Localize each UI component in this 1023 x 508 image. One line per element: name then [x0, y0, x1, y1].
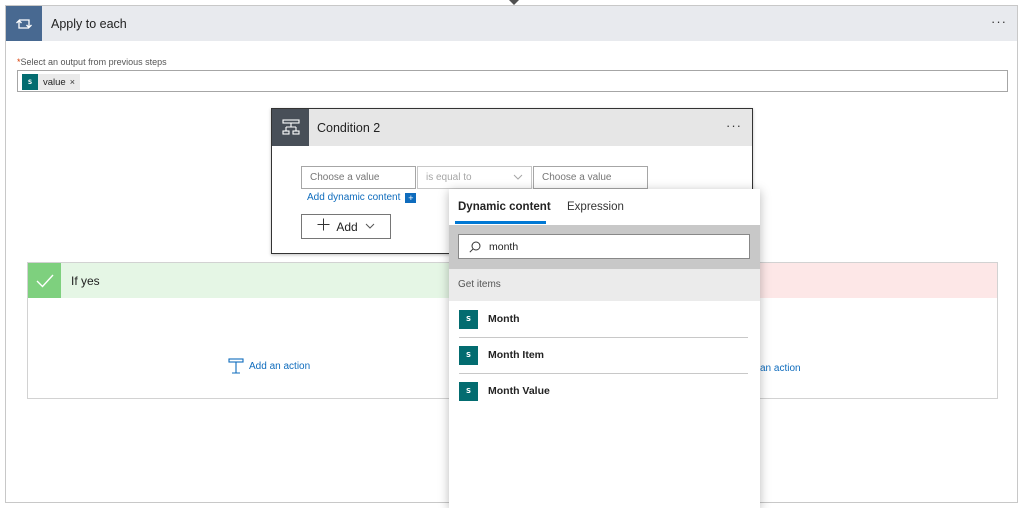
loop-icon	[6, 6, 42, 41]
sharepoint-icon-letter: S	[27, 78, 33, 86]
list-item-label: Month Value	[488, 385, 550, 397]
plus-icon	[317, 218, 330, 235]
checkmark-icon	[28, 263, 61, 298]
chevron-down-icon	[365, 221, 375, 233]
add-action-yes-link[interactable]: Add an action	[228, 358, 310, 374]
remove-token-icon[interactable]: ×	[70, 77, 75, 87]
sharepoint-icon-letter: S	[465, 315, 472, 323]
operator-dropdown[interactable]: is equal to	[417, 166, 532, 189]
select-output-input[interactable]: S value ×	[17, 70, 1008, 92]
if-yes-title: If yes	[71, 273, 100, 288]
flyout-tabs: Dynamic content Expression	[449, 189, 760, 225]
if-yes-branch: If yes Add an action	[27, 262, 513, 399]
tab-expression[interactable]: Expression	[567, 201, 624, 213]
list-item-label: Month Item	[488, 349, 544, 361]
if-yes-header: If yes	[28, 263, 512, 298]
search-area	[449, 225, 760, 269]
condition-more-options-icon[interactable]: ···	[726, 118, 742, 133]
add-dynamic-content-icon: +	[405, 192, 417, 203]
sharepoint-icon-letter: S	[465, 387, 472, 395]
dynamic-content-flyout: Dynamic content Expression Get items S M…	[449, 189, 760, 508]
tab-dynamic-content[interactable]: Dynamic content	[458, 201, 551, 213]
add-action-yes-label: Add an action	[249, 360, 311, 372]
chevron-down-icon	[513, 170, 523, 187]
add-action-icon	[228, 358, 244, 374]
sharepoint-icon: S	[459, 345, 478, 365]
add-dynamic-content-link[interactable]: Add dynamic content +	[307, 192, 417, 203]
search-input[interactable]	[489, 240, 729, 253]
search-icon	[469, 241, 481, 253]
apply-to-each-header[interactable]: Apply to each ···	[6, 6, 1017, 41]
apply-to-each-title: Apply to each	[51, 16, 127, 31]
group-header-get-items: Get items	[449, 269, 760, 301]
dynamic-content-list: S Month S Month Item S Month Value	[449, 301, 760, 409]
add-action-no-label: an action	[760, 363, 801, 374]
apply-more-options-icon[interactable]: ···	[991, 14, 1007, 29]
sharepoint-icon: S	[459, 381, 478, 401]
condition-icon	[272, 109, 309, 146]
dynamic-content-search[interactable]	[458, 234, 750, 259]
left-value-input[interactable]: Choose a value	[301, 166, 416, 189]
active-tab-indicator	[455, 221, 546, 224]
add-button-label: Add	[336, 219, 358, 234]
condition-header[interactable]: Condition 2 ···	[272, 109, 752, 146]
value-token-label: value	[43, 76, 66, 88]
condition-title: Condition 2	[317, 120, 381, 135]
add-condition-button[interactable]: Add	[301, 214, 391, 239]
list-item-label: Month	[488, 313, 520, 325]
list-item[interactable]: S Month	[449, 301, 760, 337]
select-output-label: *Select an output from previous steps	[17, 57, 167, 67]
right-value-input[interactable]: Choose a value	[533, 166, 648, 189]
sharepoint-icon-letter: S	[465, 351, 472, 359]
select-output-label-text: Select an output from previous steps	[20, 57, 167, 67]
value-token[interactable]: S value ×	[22, 74, 80, 90]
operator-value: is equal to	[426, 172, 472, 183]
add-dynamic-content-label: Add dynamic content	[307, 192, 401, 203]
sharepoint-icon: S	[459, 309, 478, 329]
list-item[interactable]: S Month Value	[449, 373, 760, 409]
add-action-no-link[interactable]: an action	[760, 363, 801, 374]
list-item[interactable]: S Month Item	[449, 337, 760, 373]
sharepoint-icon: S	[22, 74, 38, 90]
